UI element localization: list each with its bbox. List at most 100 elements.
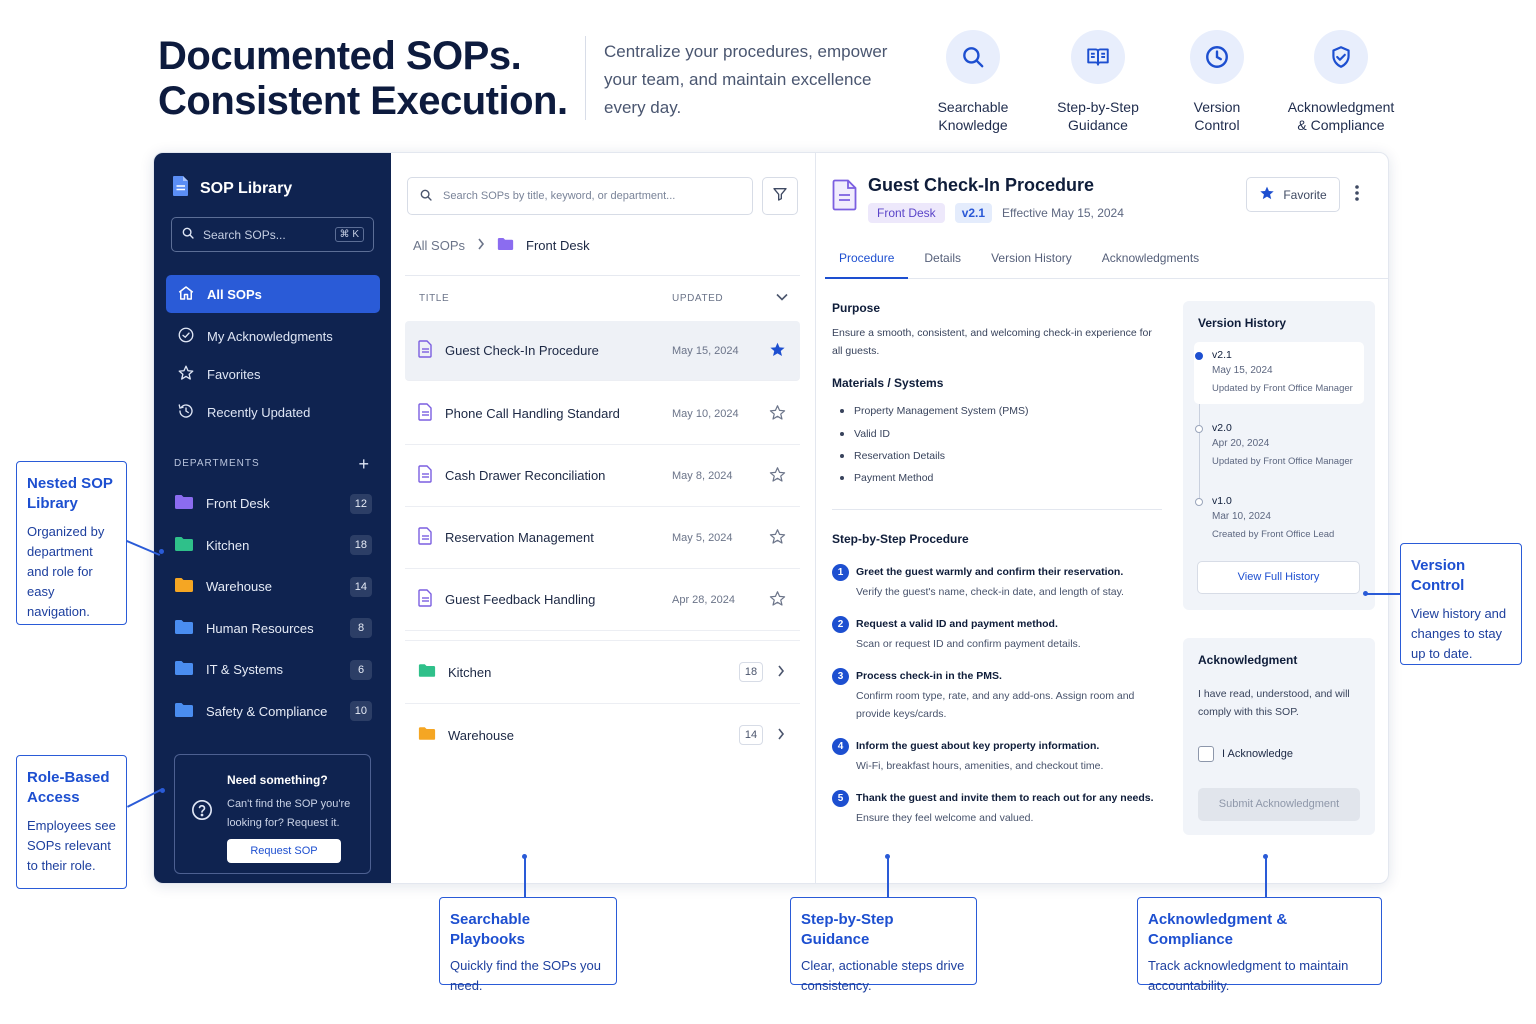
star-icon[interactable] bbox=[769, 590, 786, 610]
purpose-heading: Purpose bbox=[832, 301, 881, 315]
sidebar-search-input[interactable]: Search SOPs... ⌘ K bbox=[171, 217, 374, 252]
help-circle-icon bbox=[191, 799, 213, 826]
version-history-title: Version History bbox=[1198, 316, 1287, 330]
acknowledgment-card: Acknowledgment I have read, understood, … bbox=[1183, 638, 1375, 835]
row-title: Reservation Management bbox=[445, 530, 594, 545]
sidebar-item-favorites[interactable]: Favorites bbox=[166, 355, 380, 393]
row-date: May 10, 2024 bbox=[672, 407, 739, 420]
row-date: May 5, 2024 bbox=[672, 531, 733, 544]
sidebar-item-my-acknowledgments[interactable]: My Acknowledgments bbox=[166, 317, 380, 355]
version-item[interactable]: v2.1 May 15, 2024 Updated by Front Offic… bbox=[1194, 342, 1364, 404]
column-updated[interactable]: UPDATED bbox=[672, 293, 723, 304]
submit-acknowledgment-button[interactable]: Submit Acknowledgment bbox=[1198, 788, 1360, 821]
divider bbox=[832, 508, 1162, 510]
callout-text: Clear, actionable steps drive consistenc… bbox=[801, 958, 965, 993]
table-row[interactable]: Guest Feedback Handling Apr 28, 2024 bbox=[405, 569, 800, 631]
department-label: Warehouse bbox=[206, 579, 272, 595]
breadcrumb-root[interactable]: All SOPs bbox=[413, 238, 465, 253]
star-icon[interactable] bbox=[769, 404, 786, 424]
tab-acknowledgments[interactable]: Acknowledgments bbox=[1088, 245, 1213, 279]
table-row[interactable]: Cash Drawer Reconciliation May 8, 2024 bbox=[405, 445, 800, 507]
sop-search-input[interactable]: Search SOPs by title, keyword, or depart… bbox=[407, 177, 753, 215]
acknowledgment-text: I have read, understood, and will comply… bbox=[1198, 688, 1350, 718]
callout-text: View history and changes to stay up to d… bbox=[1411, 606, 1507, 661]
connector-dot bbox=[522, 854, 527, 859]
sidebar-item-recently-updated[interactable]: Recently Updated bbox=[166, 393, 380, 431]
request-sop-button[interactable]: Request SOP bbox=[227, 839, 341, 863]
department-label: Human Resources bbox=[206, 620, 314, 636]
departments-heading: DEPARTMENTS + bbox=[174, 455, 370, 473]
department-count: 8 bbox=[350, 618, 372, 639]
sidebar-department-warehouse[interactable]: Warehouse 14 bbox=[174, 566, 372, 608]
tab-version-history[interactable]: Version History bbox=[977, 245, 1086, 279]
acknowledge-checkbox[interactable]: I Acknowledge bbox=[1198, 746, 1360, 762]
clock-icon bbox=[1190, 30, 1244, 84]
filter-button[interactable] bbox=[762, 177, 798, 215]
step-number: 3 bbox=[832, 667, 849, 685]
list-item: Reservation Details bbox=[832, 445, 1162, 467]
callout-connector bbox=[1366, 593, 1400, 595]
hero-title-line2: Consistent Execution. bbox=[158, 79, 568, 123]
procedure-step: 2 Request a valid ID and payment method.… bbox=[832, 615, 1162, 653]
folder-row-kitchen[interactable]: Kitchen 18 bbox=[405, 640, 800, 703]
callout-text: Employees see SOPs relevant to their rol… bbox=[27, 818, 116, 873]
tab-procedure[interactable]: Procedure bbox=[825, 245, 909, 279]
sidebar-item-label: All SOPs bbox=[207, 286, 262, 302]
department-count: 12 bbox=[349, 493, 372, 514]
callout-title: Step-by-Step Guidance bbox=[801, 911, 894, 948]
sidebar-department-it-systems[interactable]: IT & Systems 6 bbox=[174, 649, 372, 691]
list-item: Property Management System (PMS) bbox=[832, 400, 1162, 422]
row-date: May 8, 2024 bbox=[672, 469, 733, 482]
step-number: 1 bbox=[832, 563, 849, 581]
chevron-down-icon[interactable] bbox=[776, 293, 788, 304]
row-title: Guest Check-In Procedure bbox=[445, 343, 599, 358]
breadcrumb-current: Front Desk bbox=[526, 238, 590, 253]
more-options-icon[interactable] bbox=[1355, 185, 1359, 206]
sidebar-department-kitchen[interactable]: Kitchen 18 bbox=[174, 525, 372, 567]
table-row[interactable]: Phone Call Handling Standard May 10, 202… bbox=[405, 383, 800, 445]
hero-divider bbox=[585, 36, 586, 120]
callout-text: Organized by department and role for eas… bbox=[27, 524, 105, 619]
sop-list-pane: Search SOPs by title, keyword, or depart… bbox=[391, 153, 816, 883]
version-item[interactable]: v2.0 Apr 20, 2024 Updated by Front Offic… bbox=[1194, 415, 1364, 477]
steps-heading: Step-by-Step Procedure bbox=[832, 531, 969, 546]
favorite-button[interactable]: Favorite bbox=[1246, 177, 1340, 212]
folder-icon bbox=[174, 660, 194, 679]
sidebar-brand[interactable]: SOP Library bbox=[172, 175, 292, 202]
add-department-icon[interactable]: + bbox=[358, 455, 370, 473]
folder-icon bbox=[497, 237, 514, 254]
sidebar-department-safety-compliance[interactable]: Safety & Compliance 10 bbox=[174, 691, 372, 733]
star-filled-icon[interactable] bbox=[769, 341, 786, 361]
star-icon[interactable] bbox=[769, 466, 786, 486]
step-description: Wi-Fi, breakfast hours, amenities, and c… bbox=[856, 759, 1104, 772]
sidebar-search-placeholder: Search SOPs... bbox=[203, 227, 286, 242]
sidebar-nav: All SOPs My Acknowledgments Favorites Re… bbox=[166, 275, 380, 431]
folder-icon bbox=[174, 577, 194, 596]
department-label: IT & Systems bbox=[206, 662, 284, 678]
list-item: Valid ID bbox=[832, 422, 1162, 444]
step-title: Request a valid ID and payment method. bbox=[856, 617, 1058, 630]
step-title: Inform the guest about key property info… bbox=[856, 739, 1100, 752]
hero-tagline: Centralize your procedures, empower your… bbox=[604, 42, 888, 117]
sidebar-item-all-sops[interactable]: All SOPs bbox=[166, 275, 380, 313]
column-title[interactable]: TITLE bbox=[419, 293, 449, 304]
connector-dot bbox=[885, 854, 890, 859]
sidebar-department-front-desk[interactable]: Front Desk 12 bbox=[174, 483, 372, 525]
version-author: Created by Front Office Lead bbox=[1212, 529, 1335, 540]
view-full-history-button[interactable]: View Full History bbox=[1197, 561, 1360, 594]
version-item[interactable]: v1.0 Mar 10, 2024 Created by Front Offic… bbox=[1194, 488, 1364, 550]
table-row[interactable]: Guest Check-In Procedure May 15, 2024 bbox=[405, 321, 800, 381]
search-icon bbox=[181, 226, 195, 243]
callout-role-based-access: Role-Based Access Employees see SOPs rel… bbox=[16, 755, 127, 889]
tab-details[interactable]: Details bbox=[910, 245, 975, 279]
sidebar-department-human-resources[interactable]: Human Resources 8 bbox=[174, 608, 372, 650]
table-row[interactable]: Reservation Management May 5, 2024 bbox=[405, 507, 800, 569]
star-icon[interactable] bbox=[769, 528, 786, 548]
checkbox-box[interactable] bbox=[1198, 746, 1214, 762]
sop-detail-pane: Guest Check-In Procedure Front Desk v2.1… bbox=[816, 153, 1388, 883]
document-icon bbox=[418, 527, 433, 548]
feature-version-control: Version Control bbox=[1147, 30, 1287, 134]
materials-heading: Materials / Systems bbox=[832, 376, 944, 390]
folder-row-warehouse[interactable]: Warehouse 14 bbox=[405, 703, 800, 766]
callout-acknowledgment: Acknowledgment & Compliance Track acknow… bbox=[1137, 897, 1382, 993]
